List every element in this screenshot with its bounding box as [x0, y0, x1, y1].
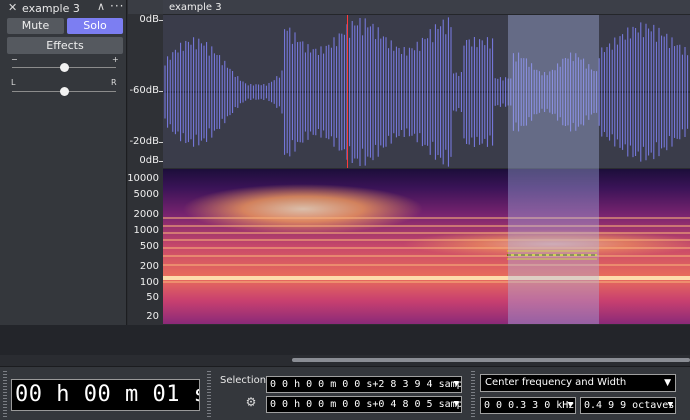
gain-slider-thumb[interactable]	[59, 63, 69, 72]
wave-scale-label: -60dB	[129, 85, 159, 96]
gear-icon[interactable]: ⚙	[244, 395, 258, 409]
track-header: ✕ example 3 ∧ ···	[0, 0, 127, 16]
close-track-icon[interactable]: ✕	[8, 1, 17, 14]
waveform-view[interactable]	[163, 15, 690, 168]
dropdown-icon[interactable]: ▼	[664, 375, 671, 391]
spec-scale-label: 500	[139, 241, 159, 252]
gain-plus-label: +	[112, 55, 119, 64]
selection-label: Selection	[220, 375, 267, 386]
horizontal-scrollbar[interactable]	[0, 355, 690, 366]
wave-scale-label: -20dB	[129, 136, 159, 147]
toolbar-grip[interactable]	[471, 371, 475, 417]
dropdown-icon[interactable]: ▼	[454, 397, 459, 412]
vertical-scale[interactable]: 0dB -60dB -20dB 0dB 10000 5000 2000 1000…	[127, 14, 163, 325]
spectrogram-band	[163, 255, 690, 257]
frequency-width-value: 0.4 9 9 octaves	[584, 400, 675, 411]
spectrogram-band	[163, 239, 690, 241]
wave-scale-label: 0dB	[139, 155, 159, 166]
waveform	[163, 17, 690, 167]
pan-slider-thumb[interactable]	[59, 87, 69, 96]
spectrogram	[163, 169, 690, 324]
effects-button[interactable]: Effects	[7, 37, 123, 54]
dropdown-icon[interactable]: ▼	[454, 377, 459, 392]
spectral-mode-value: Center frequency and Width	[485, 377, 627, 388]
toolbar-grip[interactable]	[207, 371, 211, 417]
spec-scale-label: 10000	[127, 173, 159, 184]
spectrogram-band	[163, 247, 690, 249]
wave-scale-label: 0dB	[139, 14, 159, 25]
collapse-icon[interactable]: ∧	[97, 0, 105, 13]
playhead[interactable]	[347, 15, 348, 168]
selection-start-value: 0 0 h 0 0 m 0 0 s+2 8 3 9 4 samples	[270, 379, 462, 390]
empty-track-area[interactable]	[0, 325, 690, 355]
track-name[interactable]: example 3	[22, 2, 80, 15]
scrollbar-thumb[interactable]	[292, 358, 690, 362]
track-control-panel: ✕ example 3 ∧ ··· Mute Solo Effects − + …	[0, 0, 127, 325]
gain-minus-label: −	[11, 55, 18, 64]
clip-title-bar[interactable]: example 3	[163, 0, 690, 15]
mute-button[interactable]: Mute	[7, 18, 64, 34]
center-frequency-field[interactable]: 0 0 0.3 3 0 kHz ▼	[480, 397, 576, 414]
pan-left-label: L	[11, 78, 16, 87]
spec-scale-label: 200	[139, 261, 159, 272]
center-frequency-value: 0 0 0.3 3 0 kHz	[484, 400, 575, 411]
spectrogram-band	[163, 264, 690, 266]
toolbar-grip[interactable]	[3, 371, 7, 417]
spec-scale-label: 20	[146, 311, 159, 322]
dropdown-icon[interactable]: ▼	[668, 398, 673, 413]
spec-scale-label: 100	[139, 277, 159, 288]
spec-scale-label: 50	[146, 292, 159, 303]
time-display[interactable]: 00 h 00 m 01 s	[11, 379, 200, 411]
spectral-mode-select[interactable]: Center frequency and Width ▼	[480, 374, 676, 392]
selection-length-field[interactable]: 0 0 h 0 0 m 0 0 s+0 4 8 0 5 samples ▼	[266, 396, 462, 413]
selection-toolbar: 00 h 00 m 01 s Selection ⚙ 0 0 h 0 0 m 0…	[0, 366, 690, 420]
pan-right-label: R	[111, 78, 117, 87]
spectrogram-band	[163, 217, 690, 219]
spec-scale-label: 1000	[133, 225, 159, 236]
spec-scale-label: 5000	[133, 189, 159, 200]
spectrogram-view[interactable]	[163, 169, 690, 324]
time-frequency-selection[interactable]	[508, 15, 599, 324]
spec-scale-label: 2000	[133, 209, 159, 220]
spectrogram-band	[163, 281, 690, 283]
selection-start-field[interactable]: 0 0 h 0 0 m 0 0 s+2 8 3 9 4 samples ▼	[266, 376, 462, 393]
spectrogram-band	[163, 232, 690, 234]
solo-button[interactable]: Solo	[67, 18, 123, 34]
dropdown-icon[interactable]: ▼	[568, 398, 573, 413]
frequency-width-field[interactable]: 0.4 9 9 octaves ▼	[580, 397, 676, 414]
track-menu-icon[interactable]: ···	[110, 0, 124, 13]
spectrogram-band	[163, 225, 690, 227]
clip-title: example 3	[169, 2, 222, 13]
spectrogram-band	[163, 276, 690, 280]
selection-length-value: 0 0 h 0 0 m 0 0 s+0 4 8 0 5 samples	[270, 399, 462, 410]
